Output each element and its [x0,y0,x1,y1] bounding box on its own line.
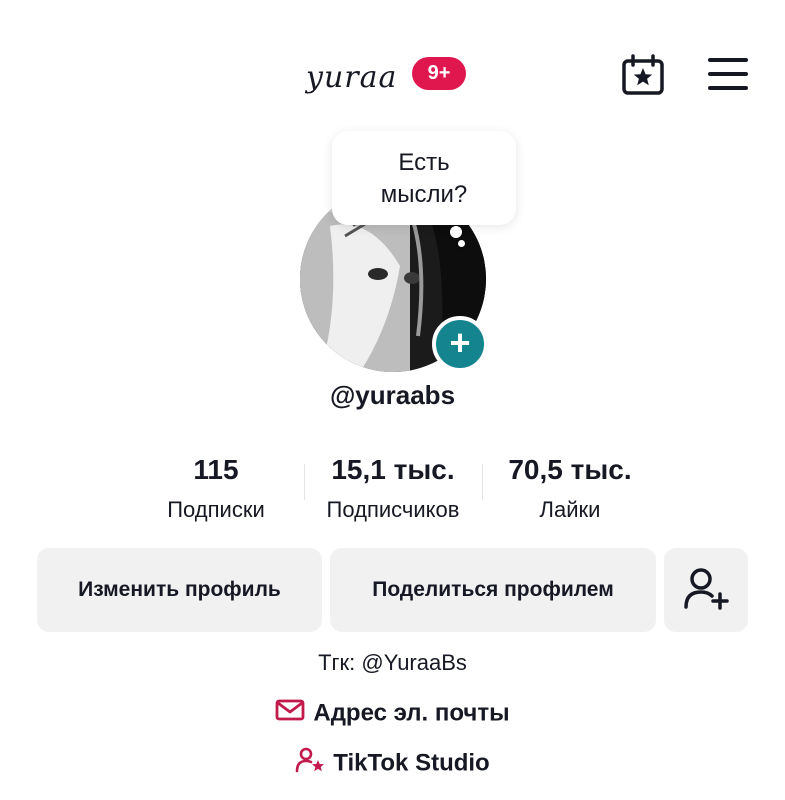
username: @yuraabs [329,380,456,410]
bubble-tail-dot [450,226,462,238]
stat-divider [304,464,305,500]
bubble-line-1: Есть [398,149,450,176]
calendar-star-icon[interactable] [620,54,666,96]
bubble-tail-dot-small [458,240,465,247]
stat-following[interactable]: 115 Подписки [146,450,286,530]
tiktok-studio-label: TikTok Studio [333,749,490,777]
profile-stats: 115 Подписки 15,1 тыс. Подписчиков 70,5 … [0,450,785,530]
add-avatar-plus-button[interactable]: + [432,316,488,372]
email-link[interactable]: Адрес эл. почты [0,698,785,729]
edit-profile-button[interactable]: Изменить профиль [37,548,322,632]
thoughts-bubble[interactable]: Есть мысли? [332,131,516,225]
followers-label: Подписчиков [326,497,460,522]
top-bar: yuraa 9+ [0,0,785,150]
email-label: Адрес эл. почты [313,699,510,727]
stat-divider [482,464,483,500]
share-profile-button[interactable]: Поделиться профилем [330,548,656,632]
person-add-icon [684,568,729,610]
profile-switcher-name[interactable]: yuraa [306,56,397,100]
bio-text: Тгк: @YuraaBs [318,650,467,675]
followers-count: 15,1 тыс. [331,454,455,485]
mail-icon [275,698,305,729]
bubble-line-2: мысли? [380,181,468,208]
following-count: 115 [193,454,239,485]
tiktok-studio-link[interactable]: TikTok Studio [0,747,785,780]
stat-followers[interactable]: 15,1 тыс. Подписчиков [312,450,474,530]
creator-star-icon [295,747,325,780]
notification-badge: 9+ [412,57,466,90]
likes-label: Лайки [539,497,601,522]
stat-likes[interactable]: 70,5 тыс. Лайки [490,450,650,530]
following-label: Подписки [167,497,265,522]
add-friend-button[interactable] [664,548,748,632]
hamburger-menu-icon[interactable] [708,58,748,90]
likes-count: 70,5 тыс. [508,454,632,485]
